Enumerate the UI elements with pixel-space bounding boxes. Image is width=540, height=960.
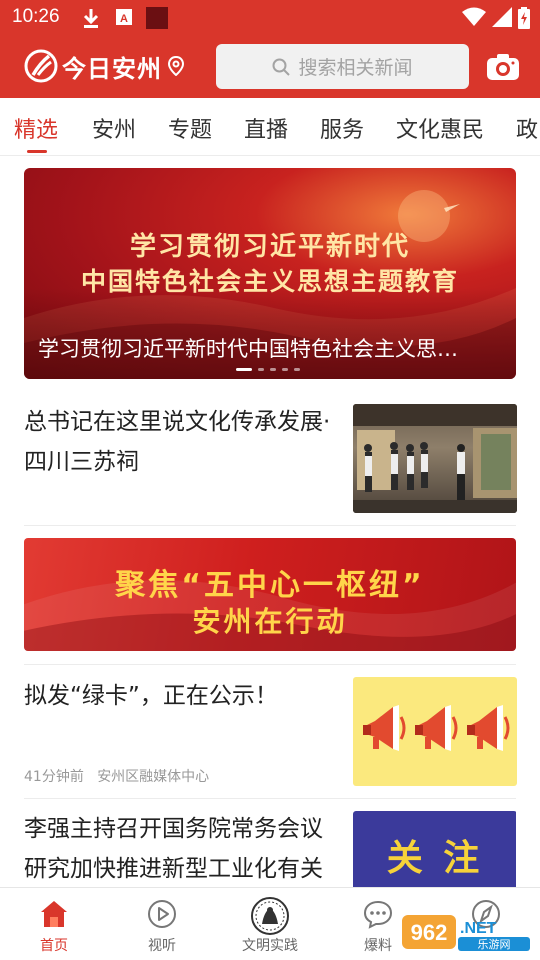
carousel-dot bbox=[294, 368, 300, 371]
tab-topics[interactable]: 专题 bbox=[168, 112, 212, 144]
svg-text:962: 962 bbox=[411, 920, 448, 945]
emblem-icon bbox=[251, 897, 289, 935]
promo-line2: 安州在行动 bbox=[192, 605, 348, 638]
news-thumbnail bbox=[353, 677, 517, 786]
image-notification-icon bbox=[146, 7, 168, 29]
news-thumbnail bbox=[353, 404, 517, 513]
app-name: 今日安州 bbox=[62, 54, 162, 83]
megaphone-icon bbox=[363, 703, 510, 753]
banner-caption: 学习贯彻习近平新时代中国特色社会主义思… bbox=[38, 337, 458, 361]
app-logo[interactable]: 今日安州 bbox=[24, 48, 184, 84]
news-time: 41分钟前 bbox=[24, 769, 84, 785]
tab-culture[interactable]: 文化惠民 bbox=[396, 112, 484, 144]
news-item[interactable]: 拟发“绿卡”，正在公示！ 41分钟前 安州区融媒体中心 bbox=[24, 676, 517, 788]
news-source: 安州区融媒体中心 bbox=[97, 769, 210, 785]
nav-home-label: 首页 bbox=[40, 938, 68, 954]
search-icon bbox=[272, 58, 291, 76]
banner-carousel[interactable]: 学习贯彻习近平新时代 中国特色社会主义思想主题教育 学习贯彻习近平新时代中国特色… bbox=[24, 168, 516, 379]
home-icon bbox=[41, 901, 67, 927]
news-title: 李强主持召开国务院常务会议研究加快推进新型工业化有关 bbox=[24, 816, 323, 882]
carousel-dot bbox=[270, 368, 276, 371]
promo-banner[interactable]: 聚焦“五中心一枢纽” 安州在行动 bbox=[24, 538, 516, 651]
logo-mark-icon bbox=[24, 49, 58, 83]
camera-icon[interactable] bbox=[486, 53, 520, 81]
tab-featured[interactable]: 精选 bbox=[14, 112, 58, 144]
tab-live[interactable]: 直播 bbox=[244, 112, 288, 144]
svg-text:A: A bbox=[120, 13, 128, 25]
news-title: 总书记在这里说文化传承发展·四川三苏祠 bbox=[24, 409, 331, 475]
location-pin-icon[interactable] bbox=[168, 56, 184, 76]
banner-headline-line1: 学习贯彻习近平新时代 bbox=[129, 232, 410, 262]
news-photo bbox=[353, 404, 517, 513]
app-header: 今日安州 搜索相关新闻 bbox=[0, 36, 540, 98]
nav-video[interactable]: 视听 bbox=[108, 888, 216, 960]
tab-anzhou[interactable]: 安州 bbox=[92, 112, 136, 144]
play-icon bbox=[148, 900, 176, 928]
svg-text:乐游网: 乐游网 bbox=[478, 938, 511, 951]
wifi-icon bbox=[462, 7, 486, 26]
news-title: 拟发“绿卡”，正在公示！ bbox=[24, 683, 278, 709]
channel-tabs: 精选 安州 专题 直播 服务 文化惠民 政 bbox=[0, 98, 540, 156]
carousel-dot bbox=[236, 368, 252, 371]
news-thumbnail: 关 注 bbox=[353, 811, 516, 889]
divider bbox=[24, 798, 516, 799]
status-bar: 10:26 A bbox=[0, 0, 540, 36]
promo-line1: 聚焦“五中心一枢纽” bbox=[115, 568, 425, 603]
active-tab-indicator bbox=[27, 150, 47, 153]
chat-icon bbox=[363, 900, 393, 929]
svg-text:.NET: .NET bbox=[460, 920, 497, 937]
search-input[interactable]: 搜索相关新闻 bbox=[216, 44, 469, 89]
app-notification-icon: A bbox=[116, 9, 132, 25]
carousel-dot bbox=[258, 368, 264, 371]
tab-politics[interactable]: 政 bbox=[516, 112, 538, 144]
news-item[interactable]: 李强主持召开国务院常务会议研究加快推进新型工业化有关 关 注 bbox=[24, 809, 516, 889]
nav-home[interactable]: 首页 bbox=[0, 888, 108, 960]
nav-video-label: 视听 bbox=[148, 938, 176, 954]
battery-icon bbox=[518, 7, 530, 29]
search-placeholder: 搜索相关新闻 bbox=[298, 57, 413, 79]
banner-headline-line2: 中国特色社会主义思想主题教育 bbox=[80, 267, 459, 296]
news-meta: 41分钟前 安州区融媒体中心 bbox=[24, 766, 209, 786]
download-icon bbox=[83, 9, 99, 28]
carousel-dot bbox=[282, 368, 288, 371]
divider bbox=[24, 525, 516, 526]
site-watermark: 962 .NET 乐游网 bbox=[402, 915, 530, 951]
news-item[interactable]: 总书记在这里说文化传承发展·四川三苏祠 bbox=[24, 402, 517, 514]
nav-civilization[interactable]: 文明实践 bbox=[216, 888, 324, 960]
status-time: 10:26 bbox=[12, 6, 60, 27]
divider bbox=[24, 664, 516, 665]
tab-services[interactable]: 服务 bbox=[320, 112, 364, 144]
nav-civilization-label: 文明实践 bbox=[242, 938, 298, 954]
thumbnail-text: 关 注 bbox=[386, 838, 484, 879]
carousel-indicator bbox=[236, 368, 300, 371]
signal-icon bbox=[492, 7, 512, 27]
